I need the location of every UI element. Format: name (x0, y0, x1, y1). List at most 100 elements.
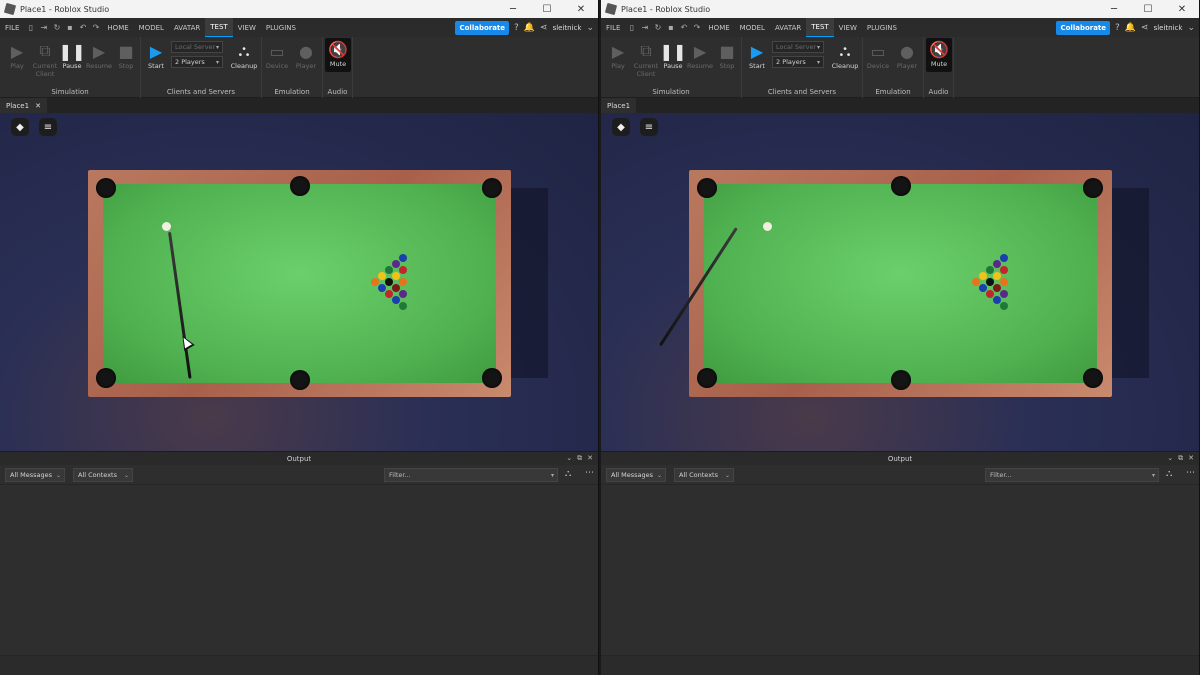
mute-button[interactable]: 🔇 Mute (325, 38, 351, 72)
pause-button[interactable]: ❚❚ Pause (660, 40, 687, 71)
username[interactable]: sleitnick (553, 24, 582, 32)
output-panel-header: Output ⌄ ⧉ ✕ (601, 451, 1199, 465)
menu-plugins[interactable]: PLUGINS (261, 18, 301, 37)
game-viewport[interactable]: ◆ ≡ (601, 113, 1199, 451)
help-icon[interactable]: ? (514, 23, 519, 33)
menu-home[interactable]: HOME (102, 18, 133, 37)
pool-table (658, 170, 1112, 397)
menu-model[interactable]: MODEL (735, 18, 770, 37)
menu-avatar[interactable]: AVATAR (169, 18, 205, 37)
chat-icon[interactable]: ≡ (39, 118, 57, 136)
resume-button[interactable]: ▶ Resume (86, 40, 112, 71)
open-icon[interactable]: ⇥ (37, 18, 50, 37)
command-bar[interactable] (0, 655, 598, 675)
server-select[interactable]: Local Server ▾ (772, 41, 824, 53)
collaborate-button[interactable]: Collaborate (1056, 20, 1111, 35)
help-icon[interactable]: ? (1115, 23, 1120, 33)
close-icon[interactable]: ✕ (1165, 0, 1199, 18)
undock-icon[interactable]: ⧉ (577, 454, 582, 463)
menu-file[interactable]: FILE (601, 18, 625, 37)
server-select[interactable]: Local Server ▾ (171, 41, 223, 53)
chat-icon[interactable]: ≡ (640, 118, 658, 136)
chevron-down-icon: ▾ (215, 58, 219, 66)
messages-filter-select[interactable]: All Messages ⌄ (606, 468, 666, 482)
menu-view[interactable]: VIEW (233, 18, 261, 37)
mute-button[interactable]: 🔇 Mute (926, 38, 952, 72)
chevron-down-icon[interactable]: ⌄ (566, 454, 572, 463)
more-options-icon[interactable]: ⋯ (1186, 468, 1195, 478)
player-button[interactable]: ● Player (293, 40, 319, 71)
messages-filter-select[interactable]: All Messages ⌄ (5, 468, 65, 482)
player-button[interactable]: ● Player (894, 40, 920, 71)
close-icon[interactable]: ✕ (587, 454, 593, 463)
game-viewport[interactable]: ◆ ≡ (0, 113, 598, 451)
stop-button[interactable]: ■ Stop (714, 40, 740, 71)
share-icon[interactable]: ⋖ (1141, 23, 1149, 33)
menu-file[interactable]: FILE (0, 18, 24, 37)
menu-model[interactable]: MODEL (134, 18, 169, 37)
menu-avatar[interactable]: AVATAR (770, 18, 806, 37)
stop-button[interactable]: ■ Stop (113, 40, 139, 71)
user-menu-chevron-icon[interactable]: ⌄ (586, 23, 594, 33)
play-button[interactable]: ▶ Play (4, 40, 30, 71)
menu-home[interactable]: HOME (703, 18, 734, 37)
menu-plugins[interactable]: PLUGINS (862, 18, 902, 37)
close-tab-icon[interactable]: ✕ (35, 102, 41, 110)
undo-icon[interactable]: ↶ (76, 18, 89, 37)
bell-icon[interactable]: 🔔 (1125, 23, 1136, 33)
minimize-icon[interactable]: ─ (496, 0, 530, 18)
redo-arrow-icon[interactable]: ↷ (690, 18, 703, 37)
minimize-icon[interactable]: ─ (1097, 0, 1131, 18)
redo-icon[interactable]: ↻ (651, 18, 664, 37)
output-filter-input[interactable]: Filter... ▾ (985, 468, 1159, 482)
contexts-filter-select[interactable]: All Contexts ⌄ (674, 468, 734, 482)
open-icon[interactable]: ⇥ (638, 18, 651, 37)
start-button[interactable]: ▶ Start (143, 40, 169, 71)
chevron-down-icon[interactable]: ⌄ (1167, 454, 1173, 463)
menu-view[interactable]: VIEW (834, 18, 862, 37)
current-client-button[interactable]: ⧉ Current Client (31, 40, 59, 78)
cleanup-button[interactable]: ⛬ Cleanup (830, 40, 860, 70)
maximize-icon[interactable]: ☐ (1131, 0, 1165, 18)
save-icon[interactable]: ▪ (664, 18, 677, 37)
maximize-icon[interactable]: ☐ (530, 0, 564, 18)
resume-button[interactable]: ▶ Resume (687, 40, 713, 71)
tab-place1[interactable]: Place1 ✕ (0, 98, 47, 113)
roblox-menu-icon[interactable]: ◆ (612, 118, 630, 136)
user-menu-chevron-icon[interactable]: ⌄ (1187, 23, 1195, 33)
menu-test[interactable]: TEST (205, 18, 233, 37)
undock-icon[interactable]: ⧉ (1178, 454, 1183, 463)
players-select[interactable]: 2 Players ▾ (772, 56, 824, 68)
bell-icon[interactable]: 🔔 (524, 23, 535, 33)
menu-test[interactable]: TEST (806, 18, 834, 37)
device-button[interactable]: ▭ Device (264, 40, 290, 71)
device-button[interactable]: ▭ Device (865, 40, 891, 71)
share-icon[interactable]: ⋖ (540, 23, 548, 33)
current-client-button[interactable]: ⧉ Current Client (632, 40, 660, 78)
play-button[interactable]: ▶ Play (605, 40, 631, 71)
tab-place1[interactable]: Place1 (601, 98, 637, 113)
command-bar[interactable] (601, 655, 1199, 675)
close-icon[interactable]: ✕ (1188, 454, 1194, 463)
redo-arrow-icon[interactable]: ↷ (89, 18, 102, 37)
close-icon[interactable]: ✕ (564, 0, 598, 18)
new-file-icon[interactable]: ▯ (625, 18, 638, 37)
output-filter-input[interactable]: Filter... ▾ (384, 468, 558, 482)
start-button[interactable]: ▶ Start (744, 40, 770, 71)
contexts-filter-select[interactable]: All Contexts ⌄ (73, 468, 133, 482)
new-file-icon[interactable]: ▯ (24, 18, 37, 37)
cleanup-button[interactable]: ⛬ Cleanup (229, 40, 259, 70)
clear-output-icon[interactable]: ⛬ (1166, 469, 1172, 479)
save-icon[interactable]: ▪ (63, 18, 76, 37)
more-options-icon[interactable]: ⋯ (585, 468, 594, 478)
players-select[interactable]: 2 Players ▾ (171, 56, 223, 68)
undo-icon[interactable]: ↶ (677, 18, 690, 37)
clear-output-icon[interactable]: ⛬ (565, 469, 571, 479)
roblox-menu-icon[interactable]: ◆ (11, 118, 29, 136)
window-title: Place1 - Roblox Studio (20, 4, 110, 14)
pause-button[interactable]: ❚❚ Pause (59, 40, 86, 71)
collaborate-button[interactable]: Collaborate (455, 20, 510, 35)
redo-icon[interactable]: ↻ (50, 18, 63, 37)
username[interactable]: sleitnick (1154, 24, 1183, 32)
audio-group: 🔇 Mute Audio (323, 37, 353, 98)
